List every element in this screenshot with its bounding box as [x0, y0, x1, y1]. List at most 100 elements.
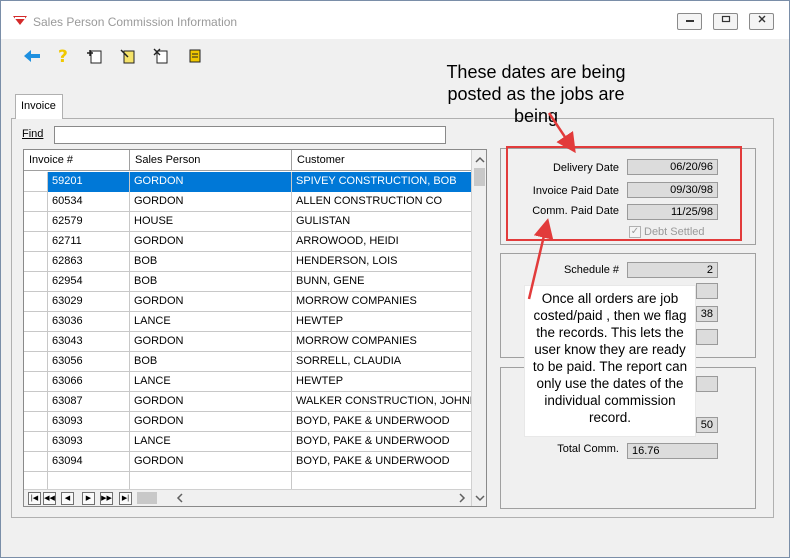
- customer-cell[interactable]: GULISTAN: [292, 212, 471, 232]
- table-row[interactable]: 63066 LANCE HEWTEP: [24, 372, 471, 392]
- find-input[interactable]: [54, 126, 446, 144]
- invoice-cell[interactable]: 62954: [48, 272, 130, 292]
- sales-person-cell[interactable]: BOB: [130, 272, 292, 292]
- customer-cell[interactable]: HENDERSON, LOIS: [292, 252, 471, 272]
- customer-cell[interactable]: HEWTEP: [292, 372, 471, 392]
- tab-invoice[interactable]: Invoice: [15, 94, 63, 119]
- table-row[interactable]: 63036 LANCE HEWTEP: [24, 312, 471, 332]
- sales-person-cell[interactable]: BOB: [130, 252, 292, 272]
- table-row[interactable]: 63056 BOB SORRELL, CLAUDIA: [24, 352, 471, 372]
- totals-field-2[interactable]: 50: [696, 417, 718, 433]
- customer-cell[interactable]: BOYD, PAKE & UNDERWOOD: [292, 412, 471, 432]
- row-indicator-cell[interactable]: [24, 392, 48, 412]
- new-record-button[interactable]: [85, 46, 105, 66]
- column-header-sales-person[interactable]: Sales Person: [130, 150, 292, 171]
- delete-record-button[interactable]: [151, 46, 171, 66]
- back-button[interactable]: [22, 46, 42, 66]
- column-header-customer[interactable]: Customer: [292, 150, 471, 171]
- row-indicator-cell[interactable]: [24, 412, 48, 432]
- minimize-button[interactable]: [677, 13, 702, 30]
- invoice-cell[interactable]: 63066: [48, 372, 130, 392]
- scroll-up-icon[interactable]: [472, 152, 487, 168]
- horizontal-scrollbar[interactable]: |◀ ◀◀ ◀ ▶ ▶▶ ▶|: [24, 489, 471, 506]
- invoice-cell[interactable]: 63043: [48, 332, 130, 352]
- nav-prev-page-button[interactable]: ◀◀: [43, 492, 56, 505]
- table-row[interactable]: 62954 BOB BUNN, GENE: [24, 272, 471, 292]
- invoice-cell[interactable]: 63094: [48, 452, 130, 472]
- invoice-cell[interactable]: 62863: [48, 252, 130, 272]
- sales-person-cell[interactable]: BOB: [130, 352, 292, 372]
- scroll-left-icon[interactable]: [174, 490, 186, 506]
- vertical-scroll-thumb[interactable]: [474, 168, 485, 186]
- row-indicator-cell[interactable]: [24, 372, 48, 392]
- sales-person-cell[interactable]: LANCE: [130, 312, 292, 332]
- invoice-cell[interactable]: 63087: [48, 392, 130, 412]
- sales-person-cell[interactable]: GORDON: [130, 392, 292, 412]
- schedule-field-4[interactable]: [696, 329, 718, 345]
- row-indicator-cell[interactable]: [24, 292, 48, 312]
- customer-cell[interactable]: SORRELL, CLAUDIA: [292, 352, 471, 372]
- row-indicator-cell[interactable]: [24, 232, 48, 252]
- customer-cell[interactable]: BOYD, PAKE & UNDERWOOD: [292, 432, 471, 452]
- customer-cell[interactable]: MORROW COMPANIES: [292, 292, 471, 312]
- customer-cell[interactable]: BUNN, GENE: [292, 272, 471, 292]
- restore-button[interactable]: [713, 13, 738, 30]
- invoice-cell[interactable]: 63036: [48, 312, 130, 332]
- table-row[interactable]: 63093 LANCE BOYD, PAKE & UNDERWOOD: [24, 432, 471, 452]
- sales-person-cell[interactable]: GORDON: [130, 232, 292, 252]
- row-indicator-cell[interactable]: [24, 432, 48, 452]
- horizontal-scroll-thumb[interactable]: [137, 492, 157, 504]
- row-indicator-cell[interactable]: [24, 332, 48, 352]
- scroll-down-icon[interactable]: [472, 490, 487, 506]
- schedule-field-2[interactable]: [696, 283, 718, 299]
- column-header-invoice[interactable]: Invoice #: [24, 150, 130, 171]
- help-button[interactable]: ?: [53, 46, 73, 66]
- edit-record-button[interactable]: [118, 46, 138, 66]
- customer-cell[interactable]: ALLEN CONSTRUCTION CO: [292, 192, 471, 212]
- vertical-scrollbar[interactable]: [471, 150, 487, 506]
- table-row[interactable]: 59201 GORDON SPIVEY CONSTRUCTION, BOB: [24, 172, 471, 192]
- invoice-cell[interactable]: 63093: [48, 412, 130, 432]
- sales-person-cell[interactable]: LANCE: [130, 432, 292, 452]
- sales-person-cell[interactable]: GORDON: [130, 412, 292, 432]
- sales-person-cell[interactable]: GORDON: [130, 192, 292, 212]
- nav-prev-button[interactable]: ◀: [61, 492, 74, 505]
- nav-last-button[interactable]: ▶|: [119, 492, 132, 505]
- customer-cell[interactable]: SPIVEY CONSTRUCTION, BOB: [292, 172, 471, 192]
- sales-person-cell[interactable]: GORDON: [130, 332, 292, 352]
- table-row[interactable]: 62711 GORDON ARROWOOD, HEIDI: [24, 232, 471, 252]
- table-row[interactable]: 63087 GORDON WALKER CONSTRUCTION, JOHNNY: [24, 392, 471, 412]
- sales-person-cell[interactable]: LANCE: [130, 372, 292, 392]
- customer-cell[interactable]: ARROWOOD, HEIDI: [292, 232, 471, 252]
- nav-next-button[interactable]: ▶: [82, 492, 95, 505]
- customer-cell[interactable]: HEWTEP: [292, 312, 471, 332]
- customer-cell[interactable]: WALKER CONSTRUCTION, JOHNNY: [292, 392, 471, 412]
- schedule-field-3[interactable]: 38: [696, 306, 718, 322]
- invoice-cell[interactable]: 63056: [48, 352, 130, 372]
- sales-person-cell[interactable]: GORDON: [130, 452, 292, 472]
- row-indicator-cell[interactable]: [24, 272, 48, 292]
- sales-person-cell[interactable]: HOUSE: [130, 212, 292, 232]
- row-indicator-cell[interactable]: [24, 452, 48, 472]
- row-indicator-cell[interactable]: [24, 252, 48, 272]
- nav-next-page-button[interactable]: ▶▶: [100, 492, 113, 505]
- note-button[interactable]: [185, 46, 205, 66]
- invoice-cell[interactable]: 63093: [48, 432, 130, 452]
- table-row[interactable]: 63043 GORDON MORROW COMPANIES: [24, 332, 471, 352]
- row-indicator-cell[interactable]: [24, 172, 48, 192]
- customer-cell[interactable]: MORROW COMPANIES: [292, 332, 471, 352]
- invoice-cell[interactable]: 62579: [48, 212, 130, 232]
- row-indicator-cell[interactable]: [24, 352, 48, 372]
- invoice-cell[interactable]: 60534: [48, 192, 130, 212]
- table-row[interactable]: 63093 GORDON BOYD, PAKE & UNDERWOOD: [24, 412, 471, 432]
- sales-person-cell[interactable]: GORDON: [130, 292, 292, 312]
- table-row[interactable]: 63094 GORDON BOYD, PAKE & UNDERWOOD: [24, 452, 471, 472]
- nav-first-button[interactable]: |◀: [28, 492, 41, 505]
- customer-cell[interactable]: BOYD, PAKE & UNDERWOOD: [292, 452, 471, 472]
- sales-person-cell[interactable]: GORDON: [130, 172, 292, 192]
- scroll-right-icon[interactable]: [456, 490, 468, 506]
- table-row[interactable]: 60534 GORDON ALLEN CONSTRUCTION CO: [24, 192, 471, 212]
- invoice-cell[interactable]: 59201: [48, 172, 130, 192]
- row-indicator-cell[interactable]: [24, 212, 48, 232]
- table-row[interactable]: 62579 HOUSE GULISTAN: [24, 212, 471, 232]
